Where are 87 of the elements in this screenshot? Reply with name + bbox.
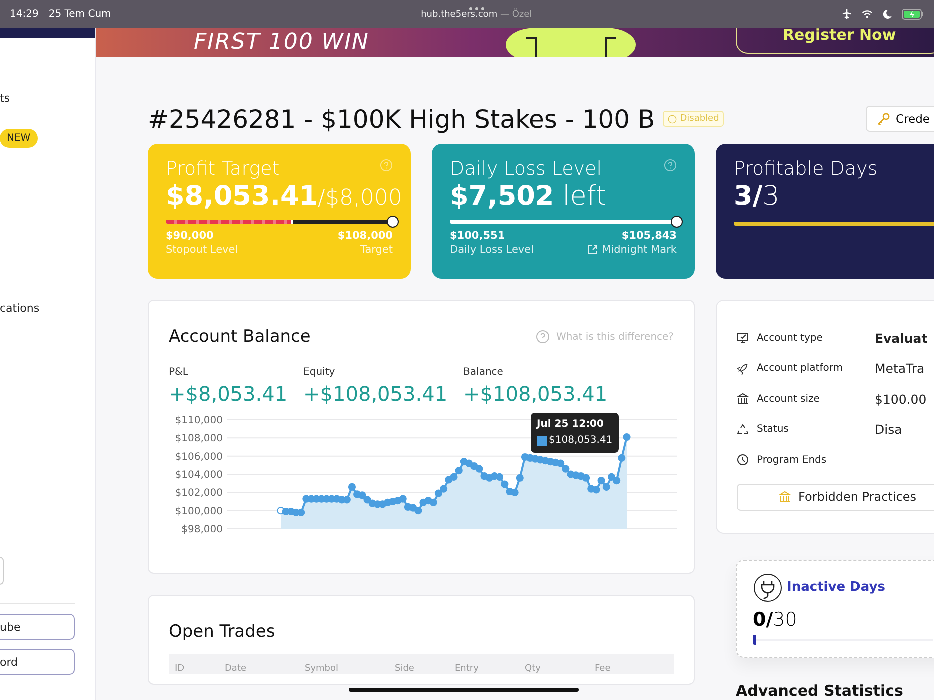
stat-value: +$108,053.41 xyxy=(464,382,608,406)
new-badge: NEW xyxy=(0,128,38,148)
key-icon xyxy=(877,112,890,126)
sidebar-item[interactable]: cations xyxy=(0,288,95,328)
card-value: 3/ xyxy=(734,181,763,212)
sidebar-item[interactable]: NEW xyxy=(0,118,95,158)
help-icon[interactable] xyxy=(536,330,550,344)
social-button[interactable]: ube xyxy=(0,614,75,640)
column-header: Date xyxy=(225,665,248,674)
card-title: Inactive Days xyxy=(787,580,886,595)
range-value: $108,000 xyxy=(338,230,393,244)
status-date: 25 Tem Cum xyxy=(48,8,112,20)
section-title: Advanced Statistics xyxy=(736,682,904,700)
social-button[interactable]: ord xyxy=(0,649,75,675)
axis-label: $108,000 xyxy=(175,434,223,445)
column-header: Fee xyxy=(595,665,612,674)
sidebar-label: cations xyxy=(0,302,40,314)
detail-value: Disa xyxy=(875,422,902,438)
more-icon[interactable] xyxy=(468,7,485,12)
detail-value: $100.00 xyxy=(875,392,927,407)
bank-icon xyxy=(737,393,749,406)
detail-label: Account platform xyxy=(757,363,844,374)
range-label: Midnight Mark xyxy=(602,244,677,258)
axis-label: $106,000 xyxy=(175,452,223,463)
stat-value: +$108,053.41 xyxy=(304,382,448,406)
status-badge: Disabled xyxy=(663,111,724,127)
card-value: $7,502 xyxy=(450,181,554,212)
address-bar[interactable]: hub.the5ers.com — Özel xyxy=(421,11,532,21)
monitor-icon xyxy=(737,332,749,344)
external-link-icon xyxy=(588,245,598,256)
stat-label: Balance xyxy=(464,367,504,378)
column-header: Side xyxy=(395,665,416,674)
plug-icon xyxy=(753,572,783,602)
stat-label: Equity xyxy=(304,367,336,378)
card-title: Profit Target xyxy=(166,158,280,180)
column-header: Qty xyxy=(525,665,542,674)
account-title: #25426281 - $100K High Stakes - 100 B xyxy=(148,104,656,134)
sidebar-label: ts xyxy=(0,92,10,104)
detail-value: MetaTra xyxy=(875,361,925,376)
rocket-icon xyxy=(737,362,749,375)
card-value-suffix: /$8,000 xyxy=(318,186,402,211)
card-value: $8,053.41 xyxy=(166,181,318,212)
axis-label: $104,000 xyxy=(175,470,223,481)
banner-headline: FIRST 100 WIN xyxy=(194,30,370,55)
moon-icon xyxy=(883,10,892,18)
battery-icon xyxy=(902,8,924,20)
detail-label: Account size xyxy=(757,394,820,405)
register-button[interactable]: Register Now xyxy=(736,28,934,54)
forbidden-practices-button[interactable]: Forbidden Practices xyxy=(737,484,934,510)
column-header: Entry xyxy=(455,665,480,674)
axis-label: $98,000 xyxy=(182,524,223,536)
range-value: $100,551 xyxy=(450,230,506,244)
credentials-button[interactable]: Crede xyxy=(866,106,934,132)
airplane-icon xyxy=(842,9,852,19)
axis-label: $102,000 xyxy=(175,488,223,500)
wifi-icon xyxy=(862,10,873,18)
card-value: 0/ xyxy=(753,608,774,630)
range-label: Target xyxy=(360,244,393,258)
stat-label: P&L xyxy=(169,367,190,378)
status-time: 14:29 xyxy=(10,8,39,20)
card-title: Profitable Days xyxy=(734,158,878,180)
clock-icon xyxy=(737,454,749,466)
detail-label: Account type xyxy=(757,332,823,344)
detail-value: Evaluat xyxy=(875,330,928,346)
range-value: $105,843 xyxy=(622,230,677,244)
bank-icon xyxy=(778,491,791,503)
tooltip-value: $108,053.41 xyxy=(549,434,613,448)
card-value-suffix: 3 xyxy=(762,181,780,212)
detail-label: Status xyxy=(757,424,789,436)
axis-label: $110,000 xyxy=(175,416,223,426)
recycle-icon xyxy=(737,424,749,436)
panel-title: Account Balance xyxy=(169,327,311,347)
column-header: Symbol xyxy=(305,665,340,674)
column-header: ID xyxy=(175,665,186,674)
stat-value: +$8,053.41 xyxy=(169,382,288,406)
range-value: $90,000 xyxy=(166,230,214,244)
card-value-suffix: 30 xyxy=(773,608,798,630)
card-title: Daily Loss Level xyxy=(450,158,602,180)
sidebar-item[interactable]: ts xyxy=(0,78,95,118)
legend-swatch xyxy=(537,436,547,446)
detail-label: Program Ends xyxy=(757,454,827,466)
axis-label: $100,000 xyxy=(175,506,223,518)
range-label: Stopout Level xyxy=(166,244,238,258)
panel-title: Open Trades xyxy=(169,622,276,642)
tooltip-date: Jul 25 12:00 xyxy=(537,418,605,432)
range-label: Daily Loss Level xyxy=(450,244,534,258)
card-value-suffix: left xyxy=(562,181,607,212)
